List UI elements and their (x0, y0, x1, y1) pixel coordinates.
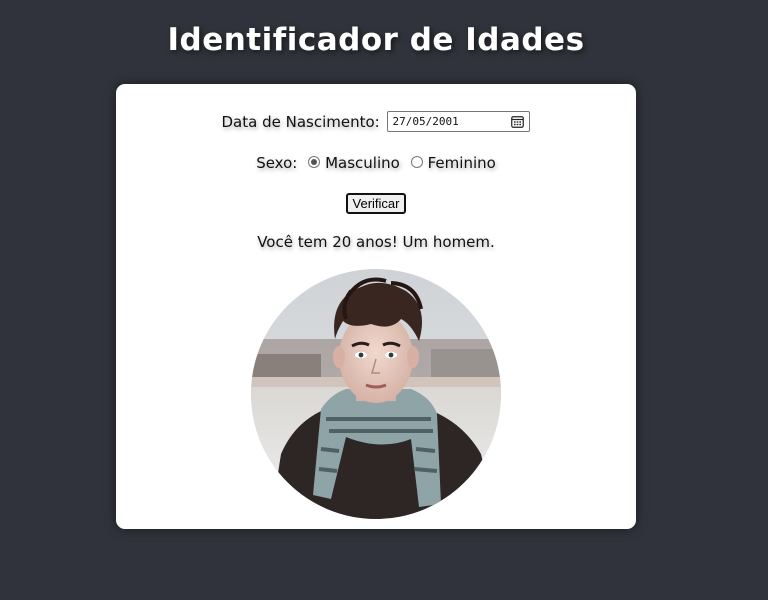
radio-feminino-label[interactable]: Feminino (428, 154, 496, 172)
result-photo (251, 269, 501, 519)
birthdate-label: Data de Nascimento: (221, 112, 380, 131)
form-card: Data de Nascimento: 27/05/2001 Sexo: Mas… (116, 84, 636, 529)
verify-button[interactable]: Verificar (345, 193, 407, 214)
birthdate-value: 27/05/2001 (392, 115, 459, 128)
radio-feminino[interactable] (410, 155, 423, 168)
radio-masculino[interactable] (308, 155, 321, 168)
sex-row: Sexo: Masculino Feminino (116, 153, 636, 172)
calendar-icon[interactable] (511, 115, 525, 128)
result-text: Você tem 20 anos! Um homem. (257, 233, 495, 251)
person-photo-illustration (251, 269, 501, 519)
radio-masculino-label[interactable]: Masculino (325, 154, 400, 172)
sex-label: Sexo: (256, 153, 298, 172)
page-title: Identificador de Idades (167, 22, 585, 58)
button-row: Verificar (116, 193, 636, 214)
birthdate-row: Data de Nascimento: 27/05/2001 (116, 111, 636, 132)
birthdate-input[interactable]: 27/05/2001 (387, 111, 531, 132)
